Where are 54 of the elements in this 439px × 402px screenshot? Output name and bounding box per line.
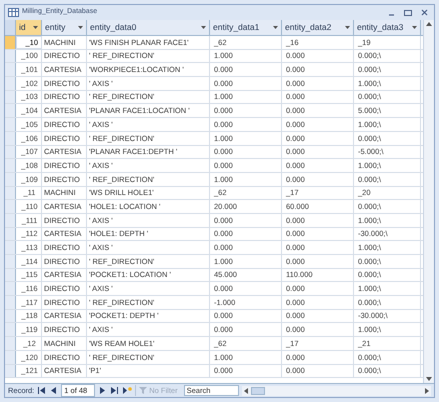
- row-selector[interactable]: [5, 104, 16, 118]
- row-selector[interactable]: [5, 132, 16, 144]
- row-selector[interactable]: [5, 159, 16, 172]
- row-selector[interactable]: [5, 228, 16, 240]
- row-selector[interactable]: [5, 90, 16, 104]
- dropdown-arrow-icon[interactable]: [201, 26, 206, 29]
- column-header[interactable]: entity_data1: [210, 20, 282, 35]
- dropdown-arrow-icon[interactable]: [345, 26, 350, 29]
- table-icon: [8, 8, 19, 17]
- new-record-icon[interactable]: [122, 387, 132, 394]
- row-selector[interactable]: [5, 214, 16, 227]
- row-selector[interactable]: [5, 255, 16, 268]
- row-selector[interactable]: [5, 77, 16, 90]
- row-selector[interactable]: [5, 146, 16, 158]
- row-selector[interactable]: [5, 323, 16, 336]
- previous-record-icon[interactable]: [49, 387, 58, 394]
- dropdown-arrow-icon[interactable]: [412, 26, 417, 29]
- row-selector[interactable]: [5, 172, 16, 186]
- row-selector[interactable]: [5, 200, 16, 213]
- row-selector[interactable]: [5, 310, 16, 322]
- row-selector[interactable]: [5, 50, 16, 62]
- last-record-icon[interactable]: [110, 387, 120, 394]
- scroll-thumb[interactable]: [250, 386, 265, 394]
- row-selector[interactable]: [5, 364, 16, 378]
- column-header[interactable]: entity_data2: [282, 20, 354, 35]
- scroll-down-icon[interactable]: [426, 377, 432, 381]
- row-selector[interactable]: [5, 337, 16, 350]
- first-record-icon[interactable]: [37, 387, 46, 394]
- column-header[interactable]: entity_data0: [87, 20, 210, 35]
- select-all-corner[interactable]: [5, 20, 16, 35]
- row-selector[interactable]: [5, 296, 16, 309]
- maximize-icon[interactable]: [404, 9, 412, 16]
- dropdown-arrow-icon[interactable]: [273, 26, 278, 29]
- row-selector[interactable]: [5, 63, 16, 76]
- dropdown-arrow-icon[interactable]: [78, 26, 83, 29]
- row-selector[interactable]: [5, 36, 16, 49]
- row-selector[interactable]: [5, 118, 16, 131]
- row-selector[interactable]: [5, 282, 16, 296]
- row-selector[interactable]: [5, 186, 16, 200]
- row-selector[interactable]: [5, 350, 16, 364]
- column-header[interactable]: entity: [42, 20, 87, 35]
- next-record-icon[interactable]: [98, 387, 108, 394]
- row-selector[interactable]: [5, 241, 16, 254]
- row-selector[interactable]: [5, 268, 16, 282]
- vertical-scrollbar[interactable]: [423, 20, 434, 383]
- scroll-up-icon[interactable]: [426, 22, 432, 26]
- scroll-right-icon[interactable]: [425, 388, 429, 394]
- column-header[interactable]: entity_data3: [354, 20, 421, 35]
- dropdown-arrow-icon[interactable]: [33, 26, 38, 29]
- column-header[interactable]: id: [16, 20, 42, 35]
- close-icon[interactable]: [421, 9, 428, 16]
- scroll-left-icon[interactable]: [244, 388, 248, 394]
- horizontal-scrollbar[interactable]: [242, 386, 431, 396]
- filter-icon: [139, 387, 148, 394]
